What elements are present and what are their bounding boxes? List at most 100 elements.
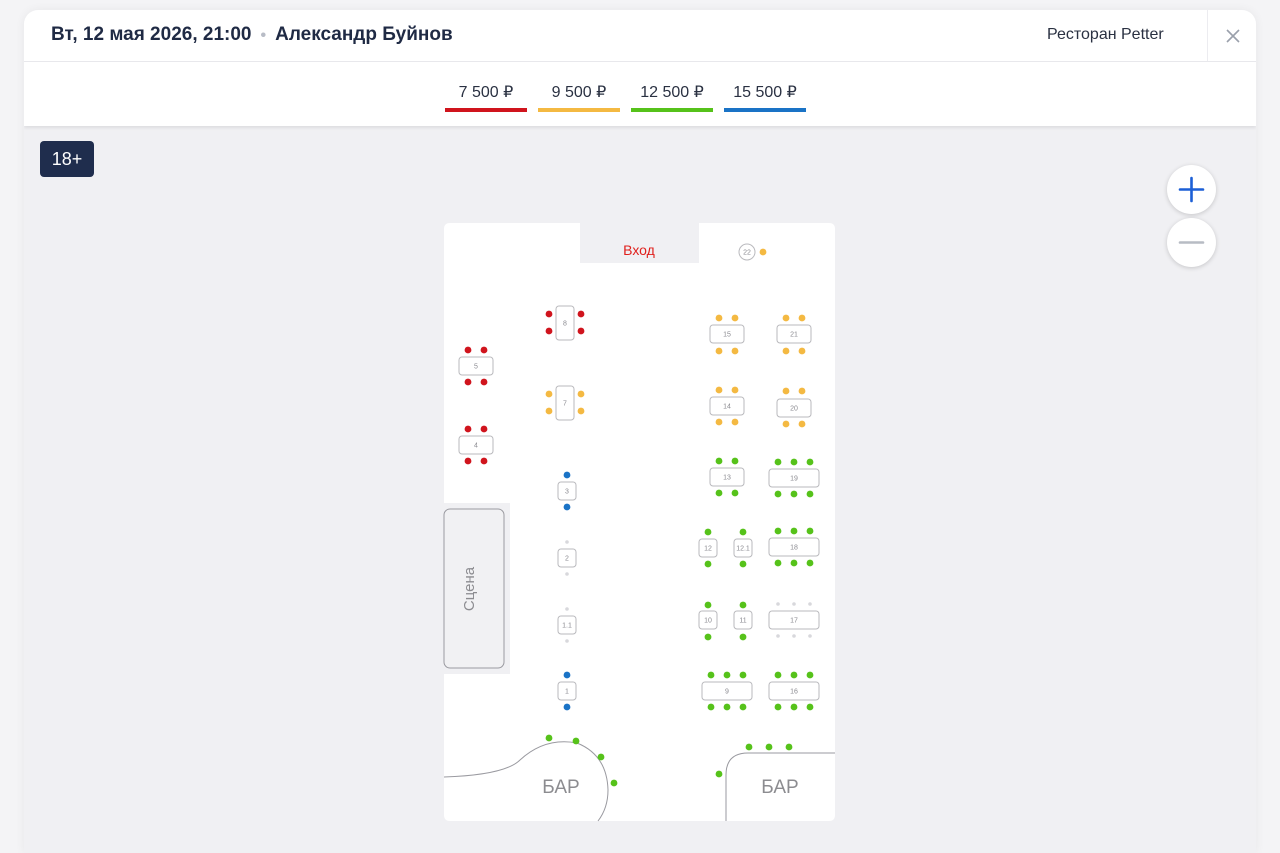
table-15-seat[interactable] (715, 347, 723, 355)
table-14-seat[interactable] (715, 418, 723, 426)
table-16-seat[interactable] (790, 671, 798, 679)
table-17-seat (792, 634, 796, 638)
table-21-seat[interactable] (798, 347, 806, 355)
table-20-seat[interactable] (798, 387, 806, 395)
table-3-seat[interactable] (563, 471, 571, 479)
table-11-seat[interactable] (739, 633, 747, 641)
table-8-seat[interactable] (545, 310, 553, 318)
table-12-seat[interactable] (704, 560, 712, 568)
table-13-seat[interactable] (715, 489, 723, 497)
bar-seat[interactable] (597, 753, 605, 761)
table-4-seat[interactable] (464, 457, 472, 465)
hall-plan: Вход Сцена БАР БАР 22 8 5 7 4 3 2 1.1 1 15 21 14 20 1… (443, 223, 835, 822)
table-1-seat[interactable] (563, 671, 571, 679)
table-4-seat[interactable] (464, 425, 472, 433)
table-19-seat[interactable] (774, 458, 782, 466)
table-21-seat[interactable] (782, 314, 790, 322)
table-12-1-seat[interactable] (739, 528, 747, 536)
bar-seat[interactable] (715, 770, 723, 778)
table-8-label: 8 (563, 321, 567, 328)
table-9-seat[interactable] (739, 671, 747, 679)
table-10-seat[interactable] (704, 601, 712, 609)
bar-seat[interactable] (785, 743, 793, 751)
table-5-seat[interactable] (464, 378, 472, 386)
table-7-seat[interactable] (577, 390, 585, 398)
table-16-label: 16 (790, 689, 798, 696)
table-7-label: 7 (563, 401, 567, 408)
table-1-label: 1 (565, 689, 569, 696)
table-10-seat[interactable] (704, 633, 712, 641)
table-8-seat[interactable] (577, 327, 585, 335)
table-16-seat[interactable] (774, 703, 782, 711)
table-11-label: 11 (739, 618, 746, 625)
table-13-seat[interactable] (731, 489, 739, 497)
table-18-seat[interactable] (806, 527, 814, 535)
table-17-seat (776, 602, 780, 606)
table-21-label: 21 (790, 332, 798, 339)
table-7-seat[interactable] (545, 407, 553, 415)
table-19-seat[interactable] (790, 490, 798, 498)
table-17-seat (776, 634, 780, 638)
table-5-seat[interactable] (464, 346, 472, 354)
table-22-seat[interactable] (759, 248, 767, 256)
table-20-seat[interactable] (798, 420, 806, 428)
table-9-seat[interactable] (723, 703, 731, 711)
table-19-seat[interactable] (790, 458, 798, 466)
bar-seat[interactable] (610, 779, 618, 787)
table-8-seat[interactable] (545, 327, 553, 335)
table-4-seat[interactable] (480, 457, 488, 465)
table-19-seat[interactable] (806, 458, 814, 466)
table-14-seat[interactable] (731, 386, 739, 394)
table-15-seat[interactable] (731, 347, 739, 355)
table-5-seat[interactable] (480, 346, 488, 354)
table-20-seat[interactable] (782, 420, 790, 428)
table-7-seat[interactable] (545, 390, 553, 398)
table-12-seat[interactable] (704, 528, 712, 536)
table-14-seat[interactable] (731, 418, 739, 426)
bar-seat[interactable] (765, 743, 773, 751)
table-15-seat[interactable] (731, 314, 739, 322)
table-2-seat (565, 540, 569, 544)
table-19-seat[interactable] (806, 490, 814, 498)
table-18-seat[interactable] (774, 559, 782, 567)
table-3-seat[interactable] (563, 503, 571, 511)
table-11-seat[interactable] (739, 601, 747, 609)
table-8-seat[interactable] (577, 310, 585, 318)
table-12-1-label: 12.1 (736, 546, 750, 553)
table-14-seat[interactable] (715, 386, 723, 394)
table-20-seat[interactable] (782, 387, 790, 395)
table-7-seat[interactable] (577, 407, 585, 415)
table-16-seat[interactable] (774, 671, 782, 679)
table-16-seat[interactable] (806, 703, 814, 711)
table-9-seat[interactable] (739, 703, 747, 711)
table-15-seat[interactable] (715, 314, 723, 322)
table-16-seat[interactable] (790, 703, 798, 711)
table-21-seat[interactable] (798, 314, 806, 322)
table-16-seat[interactable] (806, 671, 814, 679)
table-17-seat (792, 602, 796, 606)
table-17-label: 17 (790, 618, 798, 625)
table-13-seat[interactable] (715, 457, 723, 465)
table-1-seat[interactable] (563, 703, 571, 711)
bar-seat[interactable] (745, 743, 753, 751)
table-18-seat[interactable] (790, 527, 798, 535)
table-12-label: 12 (704, 546, 712, 553)
table-9-seat[interactable] (707, 671, 715, 679)
table-12-1-seat[interactable] (739, 560, 747, 568)
table-19-seat[interactable] (774, 490, 782, 498)
bar-right-label: БАР (761, 777, 798, 798)
table-18-seat[interactable] (806, 559, 814, 567)
table-4-label: 4 (474, 443, 478, 450)
bar-seat[interactable] (545, 734, 553, 742)
table-13-label: 13 (723, 475, 731, 482)
table-5-seat[interactable] (480, 378, 488, 386)
table-22-label: 22 (743, 250, 751, 257)
table-18-seat[interactable] (790, 559, 798, 567)
table-4-seat[interactable] (480, 425, 488, 433)
table-21-seat[interactable] (782, 347, 790, 355)
table-18-seat[interactable] (774, 527, 782, 535)
table-9-seat[interactable] (723, 671, 731, 679)
table-13-seat[interactable] (731, 457, 739, 465)
table-9-seat[interactable] (707, 703, 715, 711)
bar-seat[interactable] (572, 737, 580, 745)
